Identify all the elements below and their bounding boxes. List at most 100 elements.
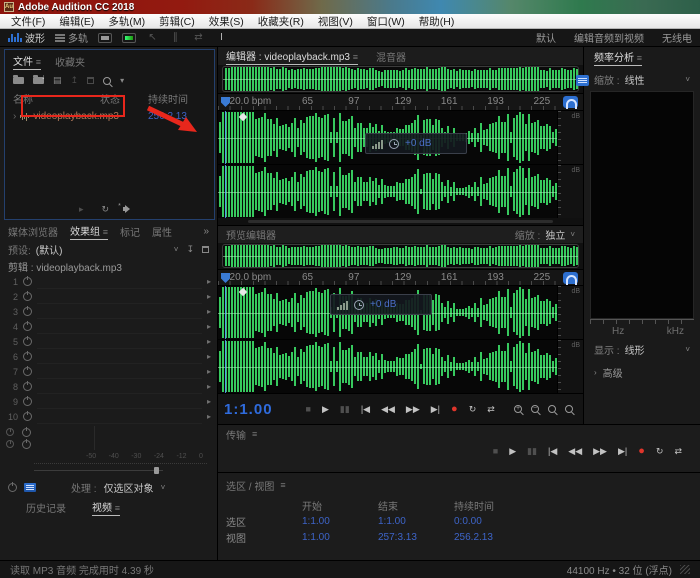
preset-dropdown-icon[interactable]: ˅ [174, 245, 179, 254]
stop-button[interactable]: ■ [302, 404, 315, 414]
hud-gain-value[interactable]: +0 dB [370, 299, 396, 310]
effect-slot-4[interactable]: 4 ▸ [0, 319, 217, 334]
panel-menu-icon[interactable]: ≡ [280, 480, 285, 490]
loop-button[interactable]: ↻ [652, 446, 668, 457]
slot-arrow-icon[interactable]: ▸ [207, 277, 211, 286]
effect-slot-6[interactable]: 6 ▸ [0, 349, 217, 364]
stop-button[interactable]: ■ [489, 446, 502, 456]
resize-grip[interactable] [680, 565, 690, 574]
slider-handle[interactable] [154, 467, 159, 474]
horizontal-zoom-bar[interactable] [218, 218, 583, 225]
effect-slot-5[interactable]: 5 ▸ [0, 334, 217, 349]
slot-power-icon[interactable] [23, 322, 32, 331]
loop-button[interactable]: ↻ [465, 404, 481, 415]
column-name[interactable]: 名称 [13, 91, 100, 106]
zoom-in-button[interactable] [514, 405, 522, 413]
preset-value[interactable]: (默认) [36, 242, 63, 257]
tab-editor[interactable]: 编辑器 : videoplayback.mp3 ≡ [226, 48, 358, 65]
scale-value[interactable]: 线性 [625, 72, 645, 87]
razor-tool-icon[interactable]: ∥ [169, 32, 182, 43]
rack-master-power-icon[interactable] [8, 483, 17, 492]
tab-media-browser[interactable]: 媒体浏览器 [8, 224, 58, 239]
menu-item-3[interactable]: 剪辑(C) [152, 14, 202, 29]
effect-slot-9[interactable]: 9 ▸ [0, 394, 217, 409]
file-row-videoplayback[interactable]: › videoplayback.mp3 256.2.13 [5, 108, 214, 125]
output-gain-knob[interactable] [6, 440, 14, 448]
input-gain-knob[interactable] [6, 428, 14, 436]
waveform-view-button[interactable]: 波形 [8, 30, 45, 45]
expander-icon[interactable]: › [13, 111, 16, 122]
preview-overview-strip[interactable] [222, 244, 579, 268]
process-value[interactable]: 仅选区对象 [104, 480, 154, 495]
slip-tool-icon[interactable]: ⇄ [192, 32, 205, 43]
slot-arrow-icon[interactable]: ▸ [207, 292, 211, 301]
tab-favorites[interactable]: 收藏夹 [55, 54, 85, 69]
advanced-section[interactable]: › 高级 [584, 361, 700, 383]
display-dropdown-icon[interactable]: ˅ [685, 345, 690, 354]
play-button[interactable]: ▶ [505, 446, 520, 457]
slot-arrow-icon[interactable]: ▸ [207, 337, 211, 346]
display-value[interactable]: 线形 [625, 342, 645, 357]
slot-arrow-icon[interactable]: ▸ [207, 367, 211, 376]
rack-power-icon[interactable] [22, 428, 31, 437]
menu-item-6[interactable]: 视图(V) [311, 14, 360, 29]
preview-hud-volume-control[interactable]: +0 dB [330, 294, 432, 315]
time-selection-tool-icon[interactable]: I [215, 32, 228, 43]
menu-item-2[interactable]: 多轨(M) [101, 14, 152, 29]
delete-file-icon[interactable] [87, 77, 94, 84]
preview-zoom-dropdown-icon[interactable]: ˅ [570, 230, 575, 239]
rewind-button[interactable]: ◀◀ [564, 446, 586, 457]
new-content-icon[interactable]: ▤ [53, 75, 62, 86]
slot-arrow-icon[interactable]: ▸ [207, 382, 211, 391]
record-button[interactable]: ● [447, 403, 462, 415]
effect-slot-3[interactable]: 3 ▸ [0, 304, 217, 319]
swap-button[interactable]: ⇄ [670, 446, 686, 457]
slot-power-icon[interactable] [23, 337, 32, 346]
hud-gain-value[interactable]: +0 dB [405, 138, 431, 149]
tab-history[interactable]: 历史记录 [26, 500, 66, 515]
menu-item-1[interactable]: 编辑(E) [52, 14, 101, 29]
save-preset-icon[interactable]: ↧ [186, 244, 194, 255]
slot-power-icon[interactable] [23, 292, 32, 301]
slot-power-icon[interactable] [23, 382, 32, 391]
tab-markers[interactable]: 标记 [120, 224, 140, 239]
zoom-navigator-icon[interactable] [563, 272, 578, 284]
rack-power-icon[interactable] [22, 440, 31, 449]
insert-multitrack-icon[interactable]: ↥ [71, 75, 79, 86]
slot-arrow-icon[interactable]: ▸ [207, 352, 211, 361]
menu-item-0[interactable]: 文件(F) [4, 14, 52, 29]
pause-button[interactable]: ▮▮ [523, 446, 541, 457]
search-icon[interactable] [103, 77, 111, 85]
process-dropdown-icon[interactable]: ˅ [161, 483, 166, 492]
tab-files[interactable]: 文件 ≡ [13, 53, 41, 70]
import-file-icon[interactable] [33, 77, 44, 84]
pause-button[interactable]: ▮▮ [336, 404, 354, 415]
skip-back-button[interactable]: |◀ [357, 404, 374, 415]
slot-power-icon[interactable] [23, 277, 32, 286]
tab-effects-rack[interactable]: 效果组 ≡ [70, 223, 108, 240]
slot-power-icon[interactable] [23, 412, 32, 421]
zoom-out-button[interactable] [531, 405, 539, 413]
workspace-button-1[interactable]: 编辑音频到视频 [574, 30, 644, 45]
panel-splitter-handle[interactable] [576, 75, 589, 86]
swap-button[interactable]: ⇄ [483, 404, 499, 415]
slot-power-icon[interactable] [23, 367, 32, 376]
delete-preset-icon[interactable] [202, 246, 209, 253]
column-status[interactable]: 状态 [100, 91, 148, 106]
preview-waveform-right[interactable] [218, 340, 557, 393]
move-tool-icon[interactable]: ↖ [146, 32, 159, 43]
workspace-button-0[interactable]: 默认 [536, 30, 556, 45]
record-button[interactable]: ● [634, 445, 649, 457]
title-bar[interactable]: Au Adobe Audition CC 2018 [0, 0, 700, 14]
timeline-ruler[interactable]: 120.0 bpm 6597129161193225257 [218, 93, 583, 110]
show-spectral-button[interactable] [122, 33, 136, 43]
auto-play-speaker-icon[interactable]: * [123, 205, 134, 214]
waveform-right-channel[interactable] [218, 165, 557, 218]
tab-mixer[interactable]: 混音器 [376, 49, 406, 64]
frequency-plot[interactable] [590, 91, 694, 319]
open-file-icon[interactable] [13, 77, 24, 84]
tab-properties[interactable]: 属性 [152, 224, 172, 239]
skip-forward-button[interactable]: ▶| [614, 446, 631, 457]
menu-item-5[interactable]: 收藏夹(R) [251, 14, 311, 29]
show-waveform-button[interactable] [98, 33, 112, 43]
